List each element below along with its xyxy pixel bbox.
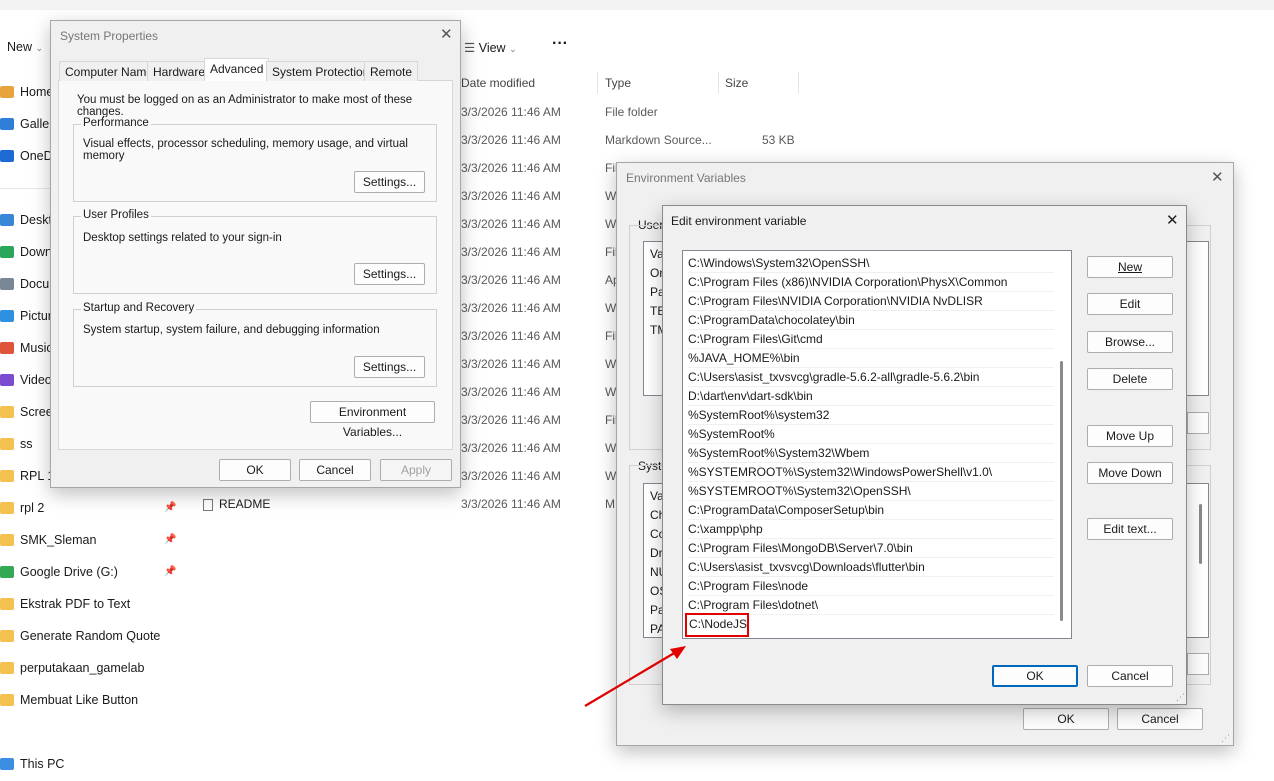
annotation-arrow (584, 646, 686, 707)
